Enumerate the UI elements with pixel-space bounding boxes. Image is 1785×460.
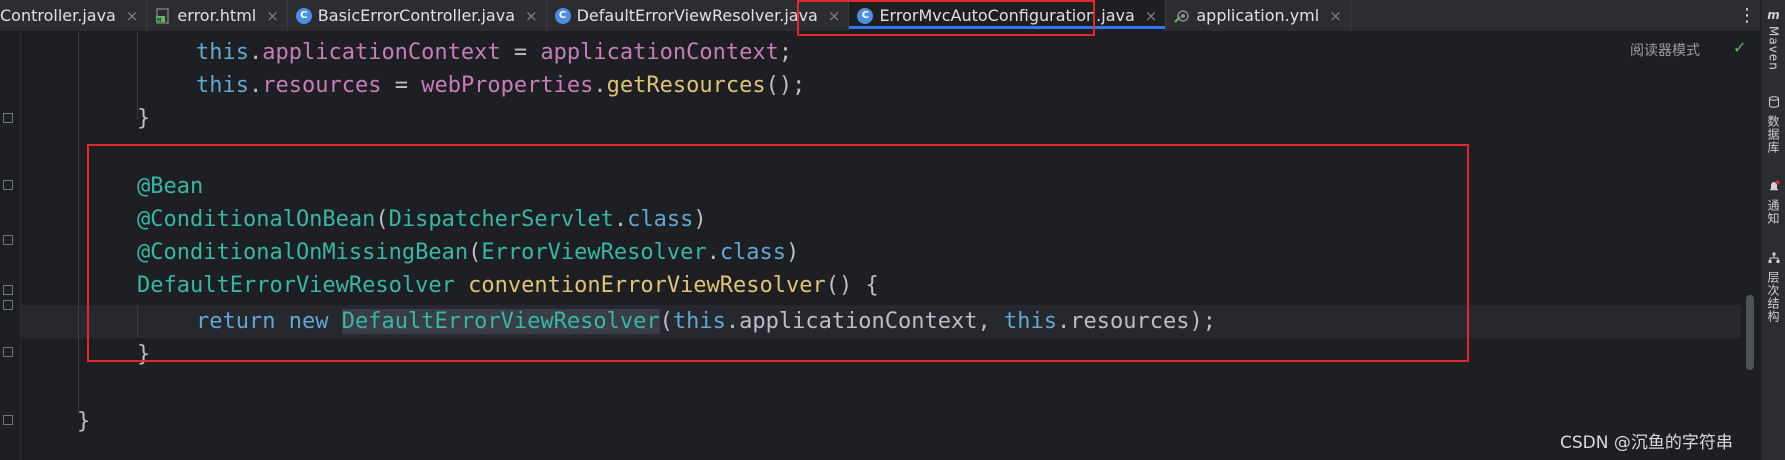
more-menu-icon[interactable]: ⋮	[1736, 4, 1758, 28]
code-line: this.applicationContext = applicationCon…	[196, 40, 793, 65]
fold-marker-icon[interactable]	[3, 235, 13, 245]
tab-label: error.html	[177, 6, 257, 25]
fold-marker-icon[interactable]	[3, 347, 13, 357]
close-icon[interactable]: ×	[1329, 7, 1342, 25]
bell-icon	[1768, 180, 1780, 195]
fold-marker-icon[interactable]	[3, 300, 13, 310]
watermark: CSDN @沉鱼的字符串	[1560, 433, 1733, 453]
database-tool-button[interactable]: 数据库	[1761, 96, 1785, 154]
close-icon[interactable]: ×	[828, 7, 841, 25]
database-icon	[1768, 96, 1780, 111]
code-line: @ConditionalOnBean(DispatcherServlet.cla…	[137, 207, 707, 232]
code-line: }	[77, 409, 91, 434]
close-icon[interactable]: ×	[1145, 7, 1158, 25]
maven-label: Maven	[1766, 26, 1781, 71]
close-icon[interactable]: ×	[266, 7, 279, 25]
code-line: }	[137, 342, 151, 367]
code-line: @Bean	[137, 174, 204, 199]
java-class-icon: C	[295, 7, 312, 24]
close-icon[interactable]: ×	[126, 7, 139, 25]
reader-mode-button[interactable]: 阅读器模式	[1630, 40, 1700, 60]
tab-error-html[interactable]: H error.html ×	[147, 0, 288, 31]
check-icon: ✓	[1733, 38, 1747, 57]
hierarchy-tool-button[interactable]: 层次结构	[1761, 252, 1785, 323]
java-class-icon: C	[857, 7, 874, 24]
code-line: }	[137, 106, 151, 131]
notifications-label: 通知	[1766, 199, 1780, 225]
tab-application-yml[interactable]: application.yml ×	[1166, 0, 1351, 31]
hierarchy-icon	[1768, 252, 1780, 267]
tab-basic-error-controller[interactable]: C BasicErrorController.java ×	[288, 0, 547, 31]
code-line: @ConditionalOnMissingBean(ErrorViewResol…	[137, 240, 800, 265]
tab-label: BasicErrorController.java	[317, 6, 515, 25]
code-line: DefaultErrorViewResolver conventionError…	[137, 273, 879, 298]
tab-label: application.yml	[1196, 6, 1320, 25]
close-icon[interactable]: ×	[525, 7, 538, 25]
maven-icon: m	[1767, 8, 1780, 22]
editor-gutter	[0, 32, 21, 460]
database-label: 数据库	[1766, 115, 1780, 154]
tab-error-mvc-auto-configuration[interactable]: C ErrorMvcAutoConfiguration.java ×	[849, 0, 1167, 31]
fold-marker-icon[interactable]	[3, 285, 13, 295]
svg-text:H: H	[157, 17, 161, 23]
fold-marker-icon[interactable]	[3, 113, 13, 123]
right-tool-strip: m Maven 数据库 通知 层次结构	[1760, 0, 1785, 460]
notifications-tool-button[interactable]: 通知	[1761, 180, 1785, 225]
tab-label: ErrorMvcAutoConfiguration.java	[879, 6, 1135, 25]
tab-label: DefaultErrorViewResolver.java	[576, 6, 818, 25]
maven-tool-button[interactable]: m Maven	[1761, 8, 1785, 71]
html-file-icon: H	[155, 7, 171, 24]
code-line: return new DefaultErrorViewResolver(this…	[196, 309, 1216, 334]
tab-controller[interactable]: Controller.java ×	[0, 0, 148, 31]
hierarchy-label: 层次结构	[1766, 271, 1780, 323]
fold-marker-icon[interactable]	[3, 180, 13, 190]
scrollbar-thumb[interactable]	[1746, 295, 1754, 370]
fold-marker-icon[interactable]	[3, 415, 13, 425]
java-class-icon: C	[554, 7, 571, 24]
code-line: this.resources = webProperties.getResour…	[196, 73, 806, 98]
code-editor[interactable]: this.applicationContext = applicationCon…	[21, 32, 1741, 460]
editor-tab-bar: Controller.java × H error.html × C Basic…	[0, 0, 1760, 32]
tab-label: Controller.java	[0, 6, 116, 25]
tab-default-error-view-resolver[interactable]: C DefaultErrorViewResolver.java ×	[547, 0, 850, 31]
yml-file-icon	[1174, 8, 1190, 24]
